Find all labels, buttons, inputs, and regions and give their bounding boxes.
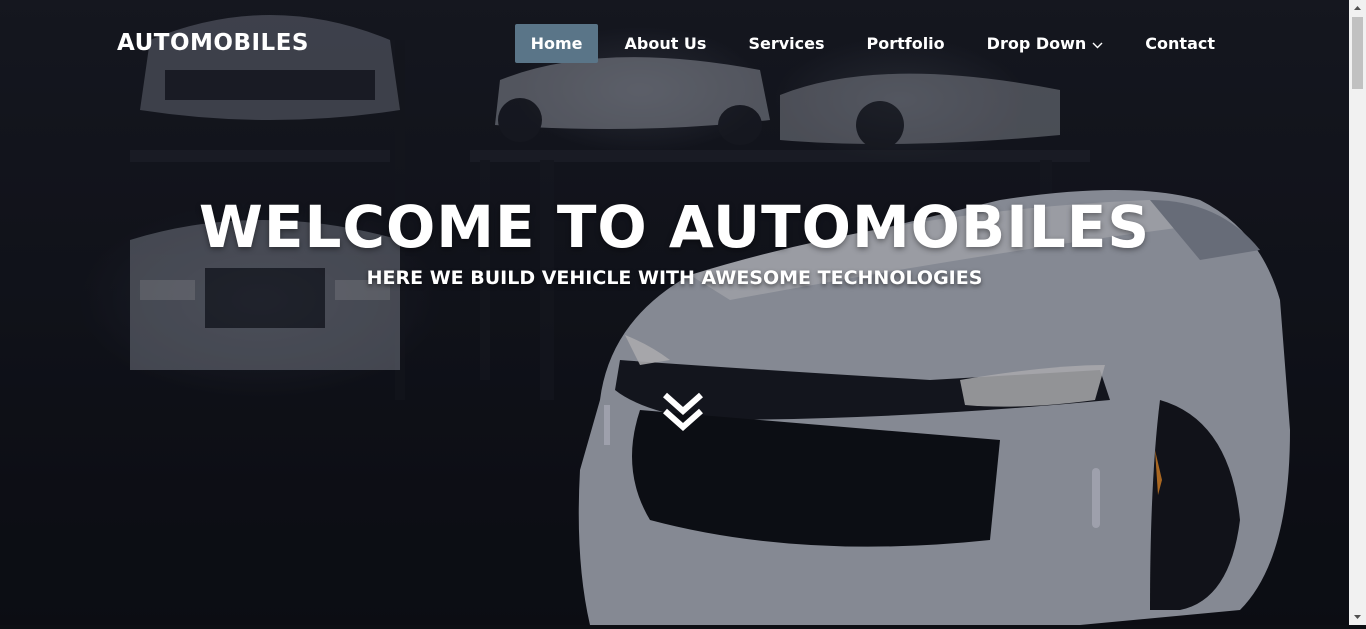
nav-item-home[interactable]: Home: [514, 24, 599, 63]
nav-item-contact[interactable]: Contact: [1129, 24, 1231, 63]
nav-item-label: About Us: [624, 34, 707, 53]
nav-item-label: Drop Down: [986, 34, 1087, 53]
site-logo[interactable]: AUTOMOBILES: [117, 30, 309, 56]
nav-item-label: Portfolio: [866, 34, 945, 53]
nav-item-services[interactable]: Services: [732, 24, 840, 63]
chevron-down-icon: [1092, 34, 1103, 53]
scroll-up-arrow-icon[interactable]: [1349, 0, 1366, 17]
vertical-scrollbar[interactable]: [1349, 0, 1366, 625]
hero-title: WELCOME TO AUTOMOBILES: [198, 193, 1151, 261]
hero-overlay: [0, 0, 1349, 625]
hero-subtitle: HERE WE BUILD VEHICLE WITH AWESOME TECHN…: [366, 267, 983, 289]
nav-item-label: Services: [748, 34, 825, 53]
nav-item-label: Contact: [1145, 34, 1215, 53]
scrollbar-thumb[interactable]: [1352, 17, 1363, 89]
main-nav: Home About Us Services Portfolio Drop Do…: [505, 24, 1231, 63]
scroll-down-arrow-icon[interactable]: [1349, 608, 1366, 625]
nav-item-about-us[interactable]: About Us: [608, 24, 722, 63]
nav-item-label: Home: [530, 34, 583, 53]
nav-item-drop-down[interactable]: Drop Down: [971, 24, 1120, 63]
hero-background: [0, 0, 1349, 625]
nav-item-portfolio[interactable]: Portfolio: [850, 24, 960, 63]
page: AUTOMOBILES Home About Us Services Portf…: [0, 0, 1349, 625]
double-chevron-down-icon[interactable]: [662, 392, 704, 434]
